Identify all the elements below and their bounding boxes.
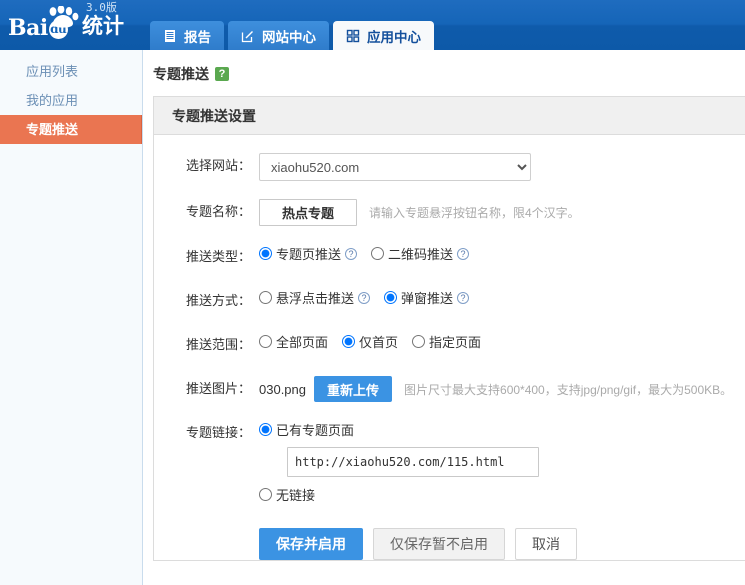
logo-product-text: 统计 bbox=[82, 15, 124, 38]
push-mode-label: 推送方式： bbox=[185, 293, 251, 308]
form-row-push-type: 推送类型： 专题页推送 ? 二维码推送 ? bbox=[154, 244, 745, 270]
report-list-icon bbox=[163, 29, 177, 43]
baidu-tongji-logo[interactable]: Bai du 3.0版 统计 bbox=[0, 0, 140, 50]
form-actions: 保存并启用 仅保存暂不启用 取消 bbox=[259, 528, 745, 560]
question-circle-icon[interactable]: ? bbox=[457, 247, 470, 260]
push-scope-option-all[interactable]: 全部页面 bbox=[259, 332, 328, 351]
push-mode-radio-float[interactable] bbox=[259, 291, 272, 304]
tab-reports[interactable]: 报告 bbox=[150, 21, 224, 50]
form-row-site: 选择网站： xiaohu520.com bbox=[154, 153, 745, 181]
topic-name-label: 专题名称： bbox=[185, 204, 251, 219]
site-select[interactable]: xiaohu520.com bbox=[259, 153, 531, 181]
reupload-button[interactable]: 重新上传 bbox=[314, 376, 393, 402]
push-type-radio-qrcode[interactable] bbox=[371, 247, 385, 260]
form-row-push-scope: 推送范围： 全部页面 仅首页 指定页面 bbox=[154, 332, 745, 358]
push-type-option-topic-page[interactable]: 专题页推送 ? bbox=[259, 244, 358, 263]
push-scope-radio-all[interactable] bbox=[259, 335, 272, 348]
tab-reports-label: 报告 bbox=[184, 29, 211, 45]
grid-apps-icon bbox=[346, 29, 360, 43]
form-row-push-image: 推送图片： 030.png 重新上传 图片尺寸最大支持600*400，支持jpg… bbox=[154, 376, 745, 402]
tab-site-center[interactable]: 网站中心 bbox=[228, 21, 329, 50]
edit-pencil-icon bbox=[241, 29, 255, 43]
logo-brand-text: Bai bbox=[8, 15, 48, 41]
push-mode-float-label: 悬浮点击推送 bbox=[276, 291, 355, 306]
site-label: 选择网站： bbox=[185, 158, 251, 173]
push-type-radio-topic-page[interactable] bbox=[259, 247, 272, 260]
push-scope-label: 推送范围： bbox=[185, 337, 251, 352]
form-row-push-mode: 推送方式： 悬浮点击推送 ? 弹窗推送 ? bbox=[154, 288, 745, 314]
tab-app-center-label: 应用中心 bbox=[367, 29, 421, 45]
sidebar-nav: 应用列表 我的应用 专题推送 bbox=[0, 50, 143, 585]
form-row-topic-name: 专题名称： 请输入专题悬浮按钮名称，限4个汉字。 bbox=[154, 199, 745, 226]
push-mode-option-float[interactable]: 悬浮点击推送 ? bbox=[259, 288, 371, 307]
save-only-button[interactable]: 仅保存暂不启用 bbox=[373, 528, 505, 560]
push-mode-option-popup[interactable]: 弹窗推送 ? bbox=[384, 288, 470, 307]
main-content: 专题推送 ? 专题推送设置 选择网站： xiaohu520.com 专题名称： bbox=[143, 50, 745, 585]
push-type-qrcode-label: 二维码推送 bbox=[388, 247, 454, 262]
cancel-button[interactable]: 取消 bbox=[515, 528, 577, 560]
push-mode-radio-popup[interactable] bbox=[384, 291, 398, 304]
topic-link-none-label: 无链接 bbox=[276, 488, 316, 503]
push-scope-option-home[interactable]: 仅首页 bbox=[342, 332, 398, 351]
settings-panel: 专题推送设置 选择网站： xiaohu520.com 专题名称： 热点专题 请输… bbox=[153, 96, 745, 561]
page-title: 专题推送 bbox=[153, 66, 209, 82]
question-circle-icon[interactable]: ? bbox=[358, 291, 371, 304]
push-scope-radio-home[interactable] bbox=[342, 335, 356, 348]
push-scope-specified-label: 指定页面 bbox=[429, 335, 482, 350]
push-type-label: 推送类型： bbox=[185, 249, 251, 264]
question-circle-icon[interactable]: ? bbox=[457, 291, 470, 304]
panel-title: 专题推送设置 bbox=[154, 97, 745, 135]
topic-link-radio-none[interactable] bbox=[259, 488, 272, 501]
topic-link-url-input[interactable] bbox=[287, 447, 539, 477]
topic-link-option-existing[interactable]: 已有专题页面 bbox=[259, 420, 525, 439]
topic-link-option-none[interactable]: 无链接 bbox=[259, 485, 525, 504]
page-layout: 应用列表 我的应用 专题推送 专题推送 ? 专题推送设置 选择网站： xiaoh… bbox=[0, 50, 745, 585]
question-circle-icon[interactable]: ? bbox=[345, 247, 358, 260]
sidebar-item-my-apps[interactable]: 我的应用 bbox=[0, 86, 142, 115]
topic-name-hint: 请输入专题悬浮按钮名称，限4个汉字。 bbox=[369, 206, 580, 220]
form-row-topic-link: 专题链接： 已有专题页面 无链接 bbox=[154, 420, 745, 504]
top-header-bar: Bai du 3.0版 统计 报告 网站中心 应用中心 bbox=[0, 0, 745, 50]
page-header: 专题推送 ? bbox=[153, 64, 745, 84]
tab-site-center-label: 网站中心 bbox=[262, 29, 316, 45]
push-mode-popup-label: 弹窗推送 bbox=[401, 291, 454, 306]
logo-version-text: 3.0版 bbox=[86, 1, 117, 14]
sidebar-item-topic-push[interactable]: 专题推送 bbox=[0, 115, 142, 144]
push-scope-all-label: 全部页面 bbox=[276, 335, 329, 350]
push-scope-option-specified[interactable]: 指定页面 bbox=[412, 332, 481, 351]
push-image-file-name: 030.png bbox=[259, 381, 306, 397]
sidebar-item-app-list[interactable]: 应用列表 bbox=[0, 57, 142, 86]
topic-link-existing-label: 已有专题页面 bbox=[276, 423, 355, 438]
push-type-topic-page-label: 专题页推送 bbox=[276, 247, 342, 262]
push-image-hint: 图片尺寸最大支持600*400，支持jpg/png/gif，最大为500KB。 bbox=[404, 382, 733, 397]
save-and-enable-button[interactable]: 保存并启用 bbox=[259, 528, 363, 560]
help-question-icon[interactable]: ? bbox=[215, 67, 229, 81]
push-scope-home-label: 仅首页 bbox=[359, 335, 399, 350]
push-type-option-qrcode[interactable]: 二维码推送 ? bbox=[371, 244, 470, 263]
topic-name-input[interactable] bbox=[259, 199, 357, 226]
push-scope-radio-specified[interactable] bbox=[412, 335, 426, 348]
topic-link-label: 专题链接： bbox=[185, 425, 251, 440]
settings-form: 选择网站： xiaohu520.com 专题名称： 请输入专题悬浮按钮名称，限4… bbox=[154, 135, 745, 560]
topic-link-radio-existing[interactable] bbox=[259, 423, 272, 436]
push-image-label: 推送图片： bbox=[185, 381, 251, 396]
paw-icon bbox=[49, 6, 79, 28]
main-tabs: 报告 网站中心 应用中心 bbox=[150, 21, 434, 50]
tab-app-center[interactable]: 应用中心 bbox=[333, 21, 434, 50]
